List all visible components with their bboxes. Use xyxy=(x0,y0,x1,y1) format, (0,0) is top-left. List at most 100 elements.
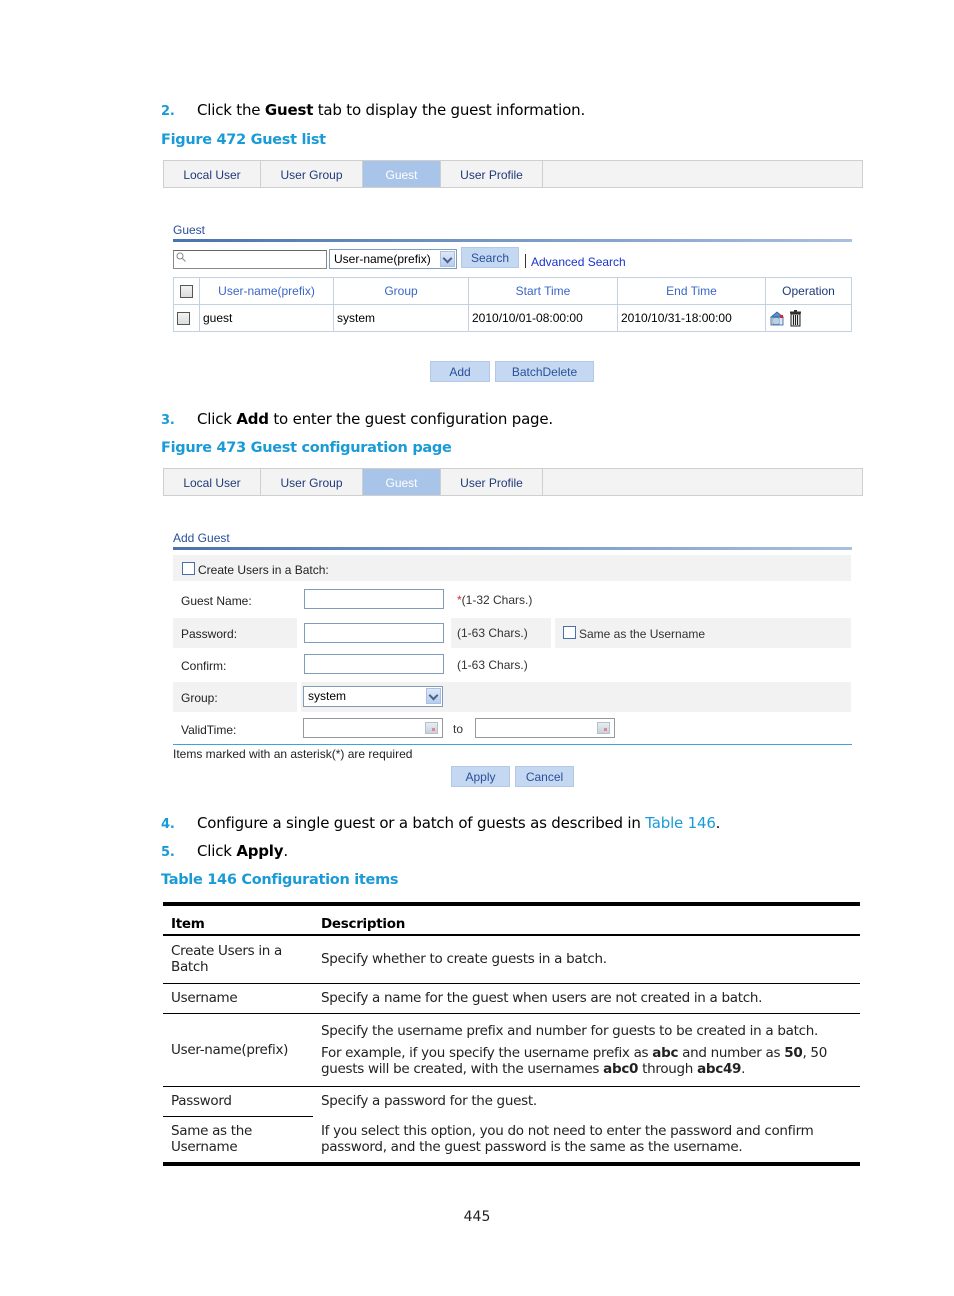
valid-time-row: ValidTime: to xyxy=(173,714,851,744)
column-header-description: Description xyxy=(313,902,860,936)
tab-user-group[interactable]: User Group xyxy=(261,469,363,495)
column-header-end-time[interactable]: End Time xyxy=(617,277,766,305)
select-all-checkbox[interactable] xyxy=(180,285,193,299)
password-label: Password: xyxy=(181,627,238,641)
cancel-button[interactable]: Cancel xyxy=(515,766,574,787)
valid-time-to-label: to xyxy=(453,722,464,736)
guest-name-label: Guest Name: xyxy=(181,594,252,608)
row-select-cell xyxy=(173,304,200,332)
chevron-down-icon xyxy=(426,688,441,704)
step-2: 2. Click the Guest tab to display the gue… xyxy=(161,101,586,119)
example-text: For example, if you specify the username… xyxy=(321,1044,827,1077)
column-header-group[interactable]: Group xyxy=(333,277,469,305)
tab-guest[interactable]: Guest xyxy=(363,469,441,495)
table-146-link[interactable]: Table 146 xyxy=(645,814,716,832)
step-number: 3. xyxy=(161,413,175,428)
group-row: Group: system xyxy=(173,682,851,712)
search-field-select[interactable]: User-name(prefix) xyxy=(329,249,457,269)
chevron-down-icon xyxy=(440,251,455,267)
tab-local-user[interactable]: Local User xyxy=(164,161,261,187)
table-row: Same as the Username If you select this … xyxy=(163,1116,860,1166)
batch-row: Create Users in a Batch: xyxy=(173,555,851,581)
search-button[interactable]: Search xyxy=(461,247,519,268)
figure-472-caption: Figure 472 Guest list xyxy=(161,132,326,148)
add-button[interactable]: Add xyxy=(430,361,490,382)
create-batch-label: Create Users in a Batch: xyxy=(198,563,329,577)
cell-start-time: 2010/10/01-08:00:00 xyxy=(468,304,618,332)
figure-473-caption: Figure 473 Guest configuration page xyxy=(161,440,452,456)
guest-name-input[interactable] xyxy=(304,589,444,609)
tab-user-group[interactable]: User Group xyxy=(261,161,363,187)
same-as-username-checkbox[interactable] xyxy=(563,626,576,639)
cell-item: Create Users in a Batch xyxy=(163,935,313,984)
column-header-item: Item xyxy=(163,902,313,936)
step-number: 5. xyxy=(161,845,175,860)
tab-bar: Local User User Group Guest User Profile xyxy=(163,160,863,188)
cell-item: Password xyxy=(163,1086,313,1117)
section-title-add-guest: Add Guest xyxy=(173,531,230,545)
cell-item: Same as the Username xyxy=(163,1116,313,1166)
password-input[interactable] xyxy=(304,623,444,643)
confirm-hint: (1-63 Chars.) xyxy=(457,658,528,672)
search-icon xyxy=(176,252,186,262)
tab-local-user[interactable]: Local User xyxy=(164,469,261,495)
guest-name-row: Guest Name: *(1-32 Chars.) xyxy=(173,585,851,615)
valid-time-to-input[interactable] xyxy=(475,718,615,738)
confirm-label: Confirm: xyxy=(181,659,227,673)
cell-description: If you select this option, you do not ne… xyxy=(313,1116,860,1166)
password-hint: (1-63 Chars.) xyxy=(457,626,528,640)
cell-description: Specify a password for the guest. xyxy=(321,1093,537,1110)
table-header-row: Item Description xyxy=(163,902,860,936)
password-row: Password: (1-63 Chars.) Same as the User… xyxy=(173,618,851,648)
delete-icon[interactable] xyxy=(789,309,802,327)
column-header-operation: Operation xyxy=(765,277,852,305)
edit-icon[interactable] xyxy=(769,310,786,327)
cell-item: Username xyxy=(163,983,313,1014)
step-4: 4. Configure a single guest or a batch of… xyxy=(161,814,721,832)
valid-time-label: ValidTime: xyxy=(181,723,237,737)
step-3: 3. Click Add to enter the guest configura… xyxy=(161,410,553,428)
group-select[interactable]: system xyxy=(303,686,443,707)
group-label: Group: xyxy=(181,691,218,705)
tab-user-profile[interactable]: User Profile xyxy=(441,469,543,495)
table-header-row: User-name(prefix) Group Start Time End T… xyxy=(173,277,852,305)
column-header-username[interactable]: User-name(prefix) xyxy=(199,277,334,305)
confirm-row: Confirm: (1-63 Chars.) xyxy=(173,650,851,680)
cell-item: User-name(prefix) xyxy=(163,1013,313,1087)
tab-user-profile[interactable]: User Profile xyxy=(441,161,543,187)
table-row: Password Specify a password for the gues… xyxy=(163,1086,860,1117)
section-divider xyxy=(173,239,852,242)
table-row: Create Users in a Batch Specify whether … xyxy=(163,935,860,984)
step-number: 2. xyxy=(161,104,175,119)
confirm-input[interactable] xyxy=(304,654,444,674)
cell-description: Specify whether to create guests in a ba… xyxy=(313,935,860,984)
batch-delete-button[interactable]: BatchDelete xyxy=(495,361,594,382)
cell-end-time: 2010/10/31-18:00:00 xyxy=(617,304,766,332)
search-input[interactable] xyxy=(173,250,327,269)
valid-time-from-input[interactable] xyxy=(303,718,443,738)
row-checkbox[interactable] xyxy=(177,312,190,326)
cell-operation xyxy=(765,304,852,332)
guest-name-hint: *(1-32 Chars.) xyxy=(457,593,533,607)
separator xyxy=(525,254,526,268)
table-row: Username Specify a name for the guest wh… xyxy=(163,983,860,1014)
section-title-guest: Guest xyxy=(173,223,206,237)
tab-guest[interactable]: Guest xyxy=(363,161,441,187)
advanced-search-link[interactable]: Advanced Search xyxy=(531,255,626,269)
page-number: 445 xyxy=(463,1209,491,1225)
configuration-items-table: Item Description Create Users in a Batch… xyxy=(163,902,860,1166)
step-5: 5. Click Apply. xyxy=(161,842,288,860)
calendar-icon[interactable] xyxy=(425,722,438,734)
calendar-icon[interactable] xyxy=(597,722,610,734)
section-divider xyxy=(173,547,852,550)
cell-description: Specify a name for the guest when users … xyxy=(313,983,860,1014)
table-146-caption: Table 146 Configuration items xyxy=(161,872,399,888)
required-note: Items marked with an asterisk(*) are req… xyxy=(173,747,413,761)
cell-group: system xyxy=(333,304,469,332)
apply-button[interactable]: Apply xyxy=(451,766,510,787)
create-batch-checkbox[interactable] xyxy=(182,562,195,575)
cell-description: Specify the username prefix and number f… xyxy=(313,1013,860,1087)
table-row: User-name(prefix) Specify the username p… xyxy=(163,1013,860,1087)
column-header-start-time[interactable]: Start Time xyxy=(468,277,618,305)
tab-bar: Local User User Group Guest User Profile xyxy=(163,468,863,496)
